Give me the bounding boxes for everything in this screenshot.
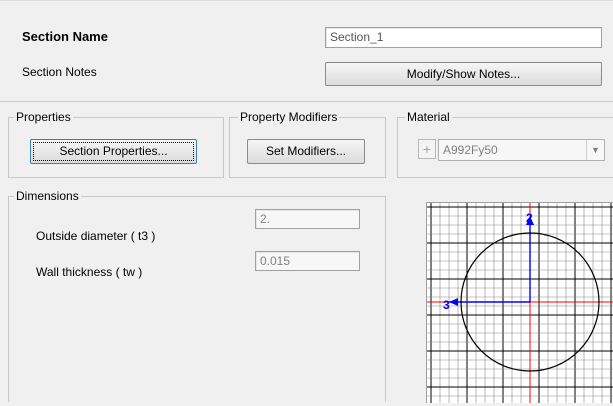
wall-thickness-input[interactable]: 0.015 xyxy=(255,251,360,271)
material-select[interactable]: A992Fy50 ▼ xyxy=(438,139,605,161)
wall-thickness-label: Wall thickness ( tw ) xyxy=(36,265,143,279)
material-legend: Material xyxy=(405,110,452,124)
property-modifiers-legend: Property Modifiers xyxy=(238,110,340,124)
section-notes-label: Section Notes xyxy=(22,65,97,79)
section-name-label: Section Name xyxy=(22,29,108,44)
axis-2-label: 2 xyxy=(526,211,533,225)
set-modifiers-button[interactable]: Set Modifiers... xyxy=(247,139,365,164)
outside-diameter-label: Outside diameter ( t3 ) xyxy=(36,229,156,243)
section-preview-canvas: 2 3 xyxy=(426,202,613,403)
section-name-input[interactable]: Section_1 xyxy=(325,27,602,48)
header-divider xyxy=(0,101,613,102)
properties-legend: Properties xyxy=(14,110,73,124)
axis-3-label: 3 xyxy=(443,298,450,312)
outside-diameter-input[interactable]: 2. xyxy=(255,209,360,229)
arrow-left-icon xyxy=(449,298,458,306)
section-preview-svg: 2 3 xyxy=(427,203,613,403)
modify-notes-button[interactable]: Modify/Show Notes... xyxy=(325,62,602,86)
top-divider xyxy=(0,0,613,1)
material-selected-value: A992Fy50 xyxy=(443,143,498,157)
section-properties-button[interactable]: Section Properties... xyxy=(30,139,197,164)
add-material-button[interactable]: + xyxy=(418,139,436,159)
dimensions-legend: Dimensions xyxy=(14,189,81,203)
chevron-down-icon[interactable]: ▼ xyxy=(586,140,604,160)
